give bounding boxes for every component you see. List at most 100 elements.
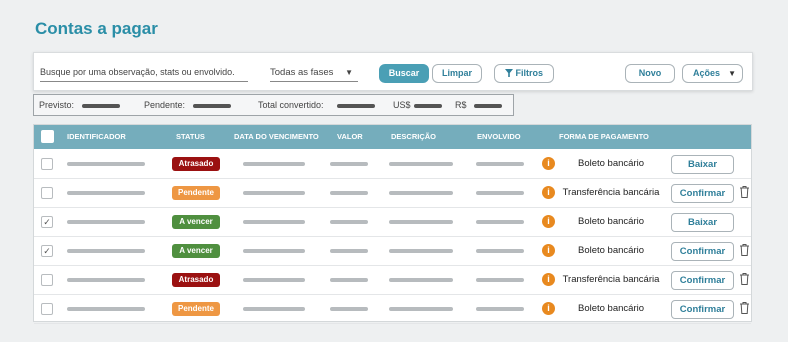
- confirmar-button[interactable]: Confirmar: [671, 271, 734, 290]
- row-checkbox[interactable]: [41, 187, 53, 199]
- row-checkbox[interactable]: [41, 158, 53, 170]
- row-identificador-placeholder: [67, 220, 145, 224]
- row-descricao-placeholder: [389, 191, 453, 195]
- phase-select-value: Todas as fases: [270, 67, 334, 78]
- novo-button[interactable]: Novo: [625, 64, 675, 83]
- summary-total-value: [337, 104, 375, 108]
- filter-icon: [504, 69, 513, 77]
- row-envolvido-placeholder: [476, 162, 524, 166]
- summary-pendente-value: [193, 104, 231, 108]
- row-descricao-placeholder: [389, 162, 453, 166]
- filtros-label: Filtros: [515, 68, 544, 78]
- row-valor-placeholder: [330, 220, 368, 224]
- summary-pendente-label: Pendente:: [144, 100, 186, 110]
- row-vencimento-placeholder: [243, 278, 305, 282]
- table-header: IDENTIFICADOR STATUS DATA DO VENCIMENTO …: [34, 125, 751, 149]
- summary-total-label: Total convertido:: [258, 100, 324, 110]
- acoes-label: Ações: [693, 68, 721, 78]
- row-vencimento-placeholder: [243, 220, 305, 224]
- table-row: Atrasado i Transferência bancária Confirmar: [34, 266, 751, 295]
- baixar-button[interactable]: Baixar: [671, 155, 734, 174]
- status-badge: Pendente: [172, 302, 220, 316]
- summary-brl-label: R$: [455, 100, 467, 110]
- trash-icon[interactable]: [740, 244, 749, 256]
- row-checkbox[interactable]: ✓: [41, 245, 53, 257]
- row-identificador-placeholder: [67, 278, 145, 282]
- header-identificador[interactable]: IDENTIFICADOR: [67, 132, 126, 141]
- row-envolvido-placeholder: [476, 278, 524, 282]
- payment-method: Boleto bancário: [577, 303, 645, 314]
- row-vencimento-placeholder: [243, 162, 305, 166]
- info-icon[interactable]: i: [542, 244, 555, 257]
- confirmar-button[interactable]: Confirmar: [671, 300, 734, 319]
- status-badge: A vencer: [172, 244, 220, 258]
- table-row: Pendente i Transferência bancária Confirmar: [34, 179, 751, 208]
- row-valor-placeholder: [330, 278, 368, 282]
- summary-usd-label: US$: [393, 100, 411, 110]
- status-badge: Atrasado: [172, 157, 220, 171]
- buscar-button[interactable]: Buscar: [379, 64, 429, 83]
- trash-icon[interactable]: [740, 302, 749, 314]
- row-valor-placeholder: [330, 249, 368, 253]
- acoes-button[interactable]: Ações ▼: [682, 64, 743, 83]
- summary-brl-value: [474, 104, 502, 108]
- phase-select[interactable]: Todas as fases ▼: [270, 66, 358, 82]
- trash-icon[interactable]: [740, 273, 749, 285]
- row-descricao-placeholder: [389, 220, 453, 224]
- confirmar-button[interactable]: Confirmar: [671, 242, 734, 261]
- select-all-checkbox[interactable]: [41, 130, 54, 143]
- table-row: Pendente i Boleto bancário Confirmar: [34, 295, 751, 324]
- table-row: Atrasado i Boleto bancário Baixar: [34, 150, 751, 179]
- row-descricao-placeholder: [389, 249, 453, 253]
- payment-method: Boleto bancário: [577, 216, 645, 227]
- summary-previsto-value: [82, 104, 120, 108]
- row-vencimento-placeholder: [243, 249, 305, 253]
- header-vencimento[interactable]: DATA DO VENCIMENTO: [234, 132, 319, 141]
- row-vencimento-placeholder: [243, 307, 305, 311]
- header-pagamento[interactable]: FORMA DE PAGAMENTO: [559, 132, 649, 141]
- status-badge: Atrasado: [172, 273, 220, 287]
- info-icon[interactable]: i: [542, 186, 555, 199]
- row-checkbox[interactable]: [41, 303, 53, 315]
- info-icon[interactable]: i: [542, 302, 555, 315]
- payment-method: Transferência bancária: [562, 187, 660, 198]
- toolbar: Busque por uma observação, stats ou envo…: [33, 52, 753, 91]
- table-row: ✓ A vencer i Boleto bancário Confirmar: [34, 237, 751, 266]
- payment-method: Boleto bancário: [577, 245, 645, 256]
- row-vencimento-placeholder: [243, 191, 305, 195]
- row-identificador-placeholder: [67, 162, 145, 166]
- row-envolvido-placeholder: [476, 249, 524, 253]
- row-descricao-placeholder: [389, 307, 453, 311]
- table-row: ✓ A vencer i Boleto bancário Baixar: [34, 208, 751, 237]
- row-checkbox[interactable]: [41, 274, 53, 286]
- limpar-button[interactable]: Limpar: [432, 64, 482, 83]
- row-identificador-placeholder: [67, 249, 145, 253]
- header-valor[interactable]: VALOR: [337, 132, 363, 141]
- row-descricao-placeholder: [389, 278, 453, 282]
- row-envolvido-placeholder: [476, 220, 524, 224]
- row-envolvido-placeholder: [476, 191, 524, 195]
- baixar-button[interactable]: Baixar: [671, 213, 734, 232]
- summary-previsto-label: Previsto:: [39, 100, 75, 110]
- status-badge: Pendente: [172, 186, 220, 200]
- row-valor-placeholder: [330, 191, 368, 195]
- row-identificador-placeholder: [67, 307, 145, 311]
- row-identificador-placeholder: [67, 191, 145, 195]
- header-status[interactable]: STATUS: [176, 132, 205, 141]
- header-envolvido[interactable]: ENVOLVIDO: [477, 132, 521, 141]
- page-title: Contas a pagar: [35, 19, 158, 38]
- bills-table: IDENTIFICADOR STATUS DATA DO VENCIMENTO …: [33, 124, 752, 324]
- info-icon[interactable]: i: [542, 273, 555, 286]
- chevron-down-icon: ▼: [728, 69, 736, 78]
- payment-method: Boleto bancário: [577, 158, 645, 169]
- info-icon[interactable]: i: [542, 215, 555, 228]
- row-checkbox[interactable]: ✓: [41, 216, 53, 228]
- search-input[interactable]: Busque por uma observação, stats ou envo…: [40, 66, 248, 82]
- filtros-button[interactable]: Filtros: [494, 64, 554, 83]
- row-envolvido-placeholder: [476, 307, 524, 311]
- trash-icon[interactable]: [740, 186, 749, 198]
- row-valor-placeholder: [330, 307, 368, 311]
- info-icon[interactable]: i: [542, 157, 555, 170]
- confirmar-button[interactable]: Confirmar: [671, 184, 734, 203]
- header-descricao[interactable]: DESCRIÇÃO: [391, 132, 436, 141]
